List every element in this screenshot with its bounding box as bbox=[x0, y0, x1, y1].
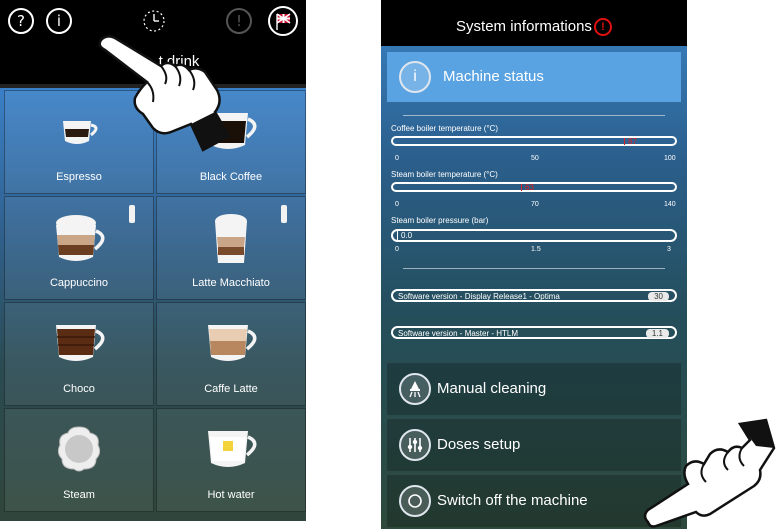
gauge-max-tick: 140 bbox=[664, 201, 676, 208]
drink-tile-caffe-latte[interactable]: Caffe Latte bbox=[156, 302, 306, 406]
language-flag-icon[interactable] bbox=[267, 5, 299, 37]
gauge-min-tick: 0 bbox=[395, 155, 399, 162]
divider bbox=[403, 268, 665, 269]
steam-boiler-temperature-gauge: 63 bbox=[391, 182, 677, 192]
clock-icon bbox=[143, 10, 165, 32]
steam-cloud-icon bbox=[57, 426, 101, 472]
info-icon[interactable]: i bbox=[46, 8, 72, 34]
drink-tile-cappuccino[interactable]: Cappuccino bbox=[4, 196, 154, 300]
info-icon: i bbox=[399, 61, 431, 93]
gauge-min-tick: 0 bbox=[395, 246, 399, 253]
gauge-max-tick: 3 bbox=[667, 246, 671, 253]
gauge-mid-tick: 50 bbox=[531, 155, 539, 162]
doses-setup-button[interactable]: Doses setup bbox=[387, 418, 681, 471]
switch-off-machine-button[interactable]: Switch off the machine bbox=[387, 474, 681, 527]
milk-bottle-icon bbox=[281, 205, 287, 223]
drink-tile-steam[interactable]: Steam bbox=[4, 408, 154, 512]
drink-tile-choco[interactable]: Choco bbox=[4, 302, 154, 406]
hot-water-cup-icon bbox=[208, 431, 257, 467]
choco-cup-icon bbox=[56, 325, 105, 361]
gauge-label: Coffee boiler temperature (°C) bbox=[391, 124, 499, 133]
help-icon[interactable]: ? bbox=[8, 8, 34, 34]
gauge-marker bbox=[521, 184, 522, 191]
power-icon bbox=[399, 485, 431, 517]
cappuccino-cup-icon bbox=[56, 215, 105, 261]
caffe-latte-cup-icon bbox=[208, 325, 257, 361]
gauge-value: 0.0 bbox=[401, 231, 413, 240]
gauge-value: 63 bbox=[525, 183, 534, 192]
page-title: System informations bbox=[456, 18, 592, 35]
gauge-marker bbox=[397, 231, 398, 240]
latte-macchiato-glass-icon bbox=[215, 214, 247, 263]
steam-boiler-pressure-gauge: 0.0 bbox=[391, 229, 677, 242]
gauge-mid-tick: 1.5 bbox=[531, 246, 541, 253]
software-version-master: Software version - Master - HTLM 1.1 bbox=[391, 326, 677, 339]
gauge-min-tick: 0 bbox=[395, 201, 399, 208]
manual-cleaning-button[interactable]: Manual cleaning bbox=[387, 362, 681, 415]
gauge-label: Steam boiler pressure (bar) bbox=[391, 216, 489, 225]
coffee-boiler-temperature-gauge: 87 bbox=[391, 136, 677, 146]
gauge-max-tick: 100 bbox=[664, 155, 676, 162]
alert-icon[interactable]: ! bbox=[593, 18, 612, 37]
gauge-mid-tick: 70 bbox=[531, 201, 539, 208]
cleaning-icon bbox=[399, 373, 431, 405]
gauge-marker bbox=[624, 138, 625, 145]
pointing-hand-icon bbox=[98, 35, 231, 152]
header-bar: System informations! bbox=[381, 0, 687, 46]
milk-bottle-icon bbox=[129, 205, 135, 223]
alert-icon[interactable]: ! bbox=[226, 8, 252, 34]
drink-tile-latte-macchiato[interactable]: Latte Macchiato bbox=[156, 196, 306, 300]
sliders-icon bbox=[399, 429, 431, 461]
gauge-value: 87 bbox=[628, 137, 637, 146]
divider bbox=[403, 115, 665, 116]
software-version-display: Software version - Display Release1 - Op… bbox=[391, 289, 677, 302]
machine-status-header: i Machine status bbox=[387, 52, 681, 102]
gauge-label: Steam boiler temperature (°C) bbox=[391, 170, 498, 179]
drink-tile-hot-water[interactable]: Hot water bbox=[156, 408, 306, 512]
pointing-hand-icon bbox=[643, 418, 776, 528]
